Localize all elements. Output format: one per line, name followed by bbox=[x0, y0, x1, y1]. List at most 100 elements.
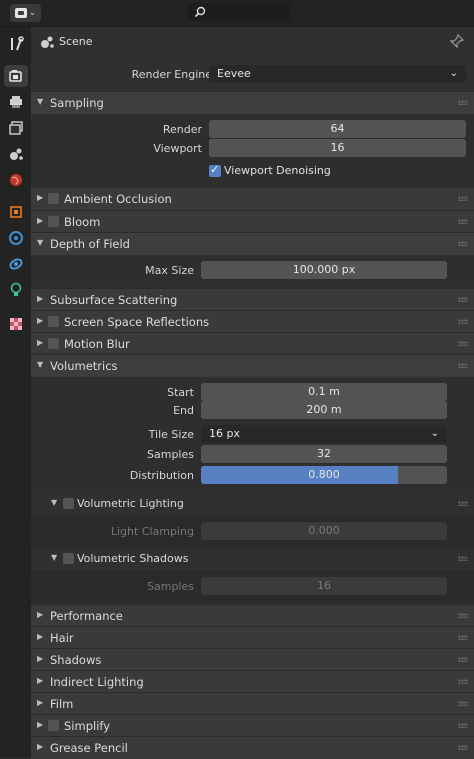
panel-bloom[interactable]: ▶ Bloom bbox=[31, 210, 474, 233]
volumetrics-body: Start 0.1 m End 200 m Tile Size 16 px ⌄ … bbox=[31, 377, 474, 603]
search-input[interactable] bbox=[188, 3, 290, 21]
panel-title: Motion Blur bbox=[64, 337, 130, 351]
panel-title: Shadows bbox=[50, 653, 102, 667]
tab-modifiers[interactable] bbox=[4, 227, 28, 249]
arrow-expanded-icon: ▼ bbox=[51, 498, 58, 507]
panel-title: Hair bbox=[50, 631, 74, 645]
samples-row: Samples 32 bbox=[31, 445, 474, 465]
panel-volumetrics[interactable]: ▼ Volumetrics bbox=[31, 354, 474, 377]
viewport-samples-field[interactable]: 16 bbox=[209, 139, 466, 157]
tab-object[interactable] bbox=[4, 201, 28, 223]
tab-data[interactable] bbox=[4, 279, 28, 301]
start-row: Start 0.1 m bbox=[31, 383, 474, 403]
render-samples-field[interactable]: 64 bbox=[209, 120, 466, 138]
panel-sampling[interactable]: ▼ Sampling bbox=[31, 91, 474, 114]
tile-size-row: Tile Size 16 px ⌄ bbox=[31, 425, 474, 445]
panel-simplify[interactable]: ▶ Simplify bbox=[31, 714, 474, 737]
drag-handle-icon[interactable] bbox=[458, 657, 468, 662]
tab-texture[interactable] bbox=[4, 313, 28, 335]
viewport-samples-label: Viewport bbox=[153, 142, 202, 155]
checker-texture-icon bbox=[10, 318, 22, 330]
image-stack-icon bbox=[9, 121, 23, 135]
panel-title: Grease Pencil bbox=[50, 741, 128, 755]
max-size-row: Max Size 100.000 px bbox=[31, 261, 474, 281]
drag-handle-icon[interactable] bbox=[458, 341, 468, 346]
drag-handle-icon[interactable] bbox=[458, 297, 468, 302]
subpanel-title: Volumetric Shadows bbox=[77, 552, 189, 565]
drag-handle-icon[interactable] bbox=[458, 556, 468, 561]
light-clamping-row: Light Clamping 0.000 bbox=[31, 522, 474, 542]
subpanel-volumetric-shadows[interactable]: ▼ Volumetric Shadows bbox=[31, 548, 474, 570]
distribution-label: Distribution bbox=[129, 469, 194, 482]
panel-title: Screen Space Reflections bbox=[64, 315, 210, 329]
drag-handle-icon[interactable] bbox=[458, 501, 468, 506]
chevron-down-icon: ⌄ bbox=[449, 68, 458, 79]
ssr-checkbox[interactable] bbox=[48, 316, 59, 327]
drag-handle-icon[interactable] bbox=[458, 613, 468, 618]
arrow-collapsed-icon: ▶ bbox=[37, 698, 44, 707]
panel-hair[interactable]: ▶ Hair bbox=[31, 626, 474, 649]
drag-handle-icon[interactable] bbox=[458, 745, 468, 750]
volumetric-lighting-checkbox[interactable] bbox=[63, 498, 74, 509]
drag-handle-icon[interactable] bbox=[458, 196, 468, 201]
simplify-checkbox[interactable] bbox=[48, 720, 59, 731]
samples-label: Samples bbox=[147, 448, 194, 461]
scene-name: Scene bbox=[59, 35, 93, 48]
panel-grease-pencil[interactable]: ▶ Grease Pencil bbox=[31, 736, 474, 759]
modifier-icon bbox=[9, 231, 23, 245]
drag-handle-icon[interactable] bbox=[458, 319, 468, 324]
viewport-denoising-checkbox[interactable] bbox=[209, 163, 221, 177]
world-icon bbox=[10, 174, 22, 186]
distribution-row: Distribution 0.800 bbox=[31, 466, 474, 486]
arrow-expanded-icon: ▼ bbox=[37, 238, 44, 247]
panel-screen-space-reflections[interactable]: ▶ Screen Space Reflections bbox=[31, 310, 474, 333]
shadow-samples-field[interactable]: 16 bbox=[201, 577, 447, 595]
distribution-slider[interactable]: 0.800 bbox=[201, 466, 447, 484]
panel-ambient-occlusion[interactable]: ▶ Ambient Occlusion bbox=[31, 187, 474, 210]
panel-performance[interactable]: ▶ Performance bbox=[31, 604, 474, 627]
scene-icon bbox=[41, 36, 54, 48]
drag-handle-icon[interactable] bbox=[458, 635, 468, 640]
panel-depth-of-field[interactable]: ▼ Depth of Field bbox=[31, 232, 474, 255]
drag-handle-icon[interactable] bbox=[458, 723, 468, 728]
tab-output[interactable] bbox=[4, 91, 28, 113]
tile-size-value: 16 px bbox=[209, 427, 240, 440]
panel-title: Bloom bbox=[64, 215, 101, 229]
motion-blur-checkbox[interactable] bbox=[48, 338, 59, 349]
bloom-checkbox[interactable] bbox=[48, 216, 59, 227]
panel-film[interactable]: ▶ Film bbox=[31, 692, 474, 715]
end-row: End 200 m bbox=[31, 401, 474, 421]
tile-size-dropdown[interactable]: 16 px ⌄ bbox=[201, 425, 447, 443]
light-clamping-field[interactable]: 0.000 bbox=[201, 522, 447, 540]
drag-handle-icon[interactable] bbox=[458, 679, 468, 684]
tab-constraints[interactable] bbox=[4, 253, 28, 275]
tab-tool[interactable] bbox=[4, 33, 28, 55]
arrow-collapsed-icon: ▶ bbox=[37, 654, 44, 663]
panel-motion-blur[interactable]: ▶ Motion Blur bbox=[31, 332, 474, 355]
tab-render[interactable] bbox=[4, 65, 28, 87]
render-engine-dropdown[interactable]: Eevee ⌄ bbox=[209, 65, 466, 83]
drag-handle-icon[interactable] bbox=[458, 363, 468, 368]
drag-handle-icon[interactable] bbox=[458, 100, 468, 105]
samples-field[interactable]: 32 bbox=[201, 445, 447, 463]
viewport-denoising-row: Viewport Denoising bbox=[31, 162, 474, 182]
panel-title: Simplify bbox=[64, 719, 111, 733]
editor-type-button[interactable]: ⌄ bbox=[10, 4, 41, 22]
ambient-occlusion-checkbox[interactable] bbox=[48, 193, 59, 204]
drag-handle-icon[interactable] bbox=[458, 701, 468, 706]
tab-world[interactable] bbox=[4, 169, 28, 191]
max-size-field[interactable]: 100.000 px bbox=[201, 261, 447, 279]
start-field[interactable]: 0.1 m bbox=[201, 383, 447, 401]
tab-view-layer[interactable] bbox=[4, 117, 28, 139]
end-field[interactable]: 200 m bbox=[201, 401, 447, 419]
volumetric-shadows-checkbox[interactable] bbox=[63, 553, 74, 564]
drag-handle-icon[interactable] bbox=[458, 241, 468, 246]
panel-subsurface-scattering[interactable]: ▶ Subsurface Scattering bbox=[31, 288, 474, 311]
pin-icon[interactable] bbox=[450, 34, 464, 48]
tab-scene[interactable] bbox=[4, 143, 28, 165]
drag-handle-icon[interactable] bbox=[458, 219, 468, 224]
panel-indirect-lighting[interactable]: ▶ Indirect Lighting bbox=[31, 670, 474, 693]
subpanel-volumetric-lighting[interactable]: ▼ Volumetric Lighting bbox=[31, 493, 474, 515]
panel-shadows[interactable]: ▶ Shadows bbox=[31, 648, 474, 671]
panel-title: Film bbox=[50, 697, 74, 711]
